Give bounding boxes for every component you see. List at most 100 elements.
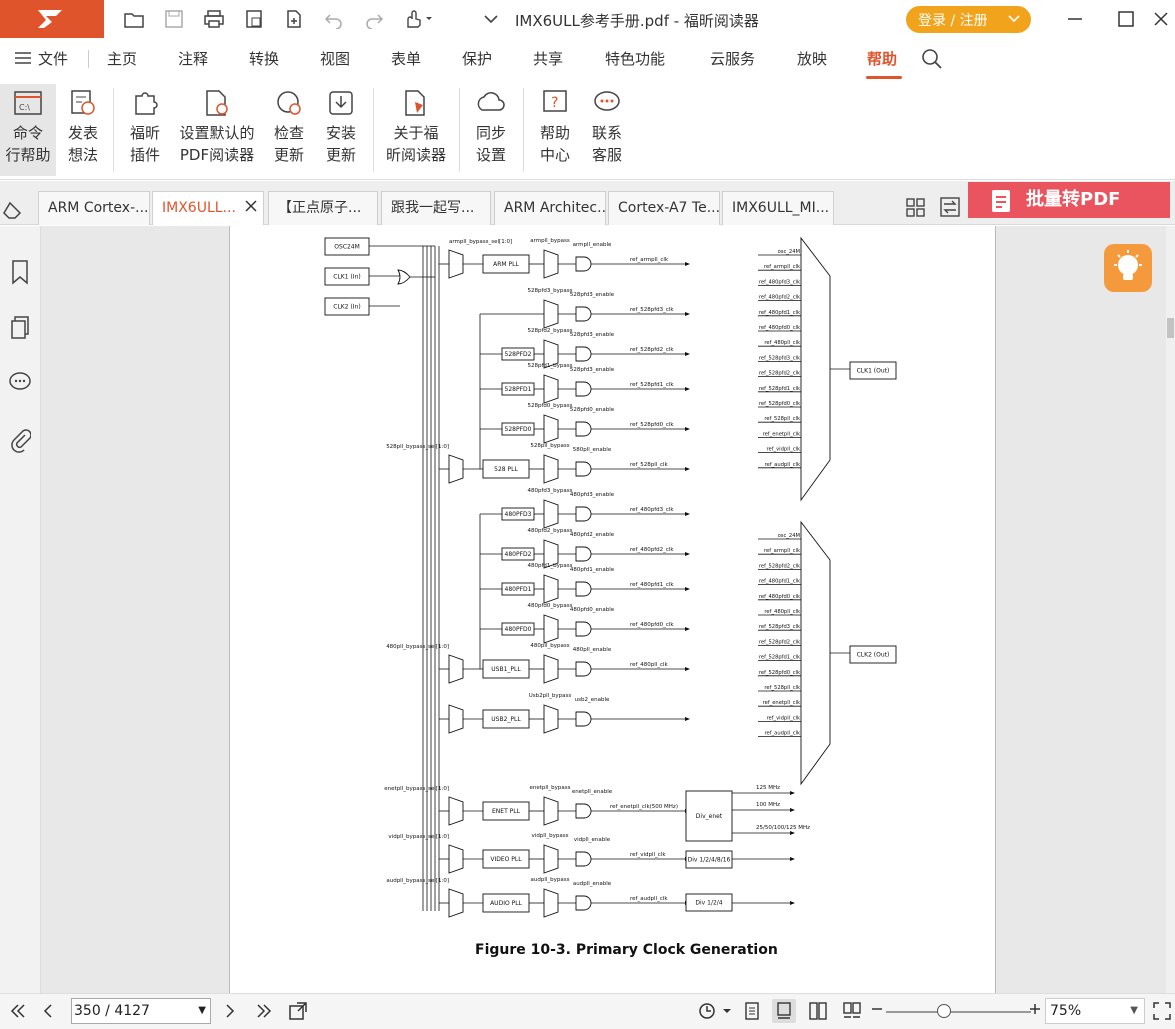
about-reader-button[interactable]: 关于福 昕阅读器 xyxy=(382,84,450,176)
tab-document-6[interactable]: Cortex-A7 Te... xyxy=(608,191,720,225)
sync-settings-button[interactable]: 同步 设置 xyxy=(468,84,514,176)
continuous-page-icon[interactable] xyxy=(772,999,796,1023)
first-page-icon[interactable] xyxy=(6,999,30,1023)
comment-panel-icon[interactable] xyxy=(6,368,34,396)
menu-protect[interactable]: 保护 xyxy=(462,38,492,80)
open-in-new-icon[interactable] xyxy=(286,999,310,1023)
next-page-icon[interactable] xyxy=(218,999,242,1023)
vertical-scrollbar[interactable] xyxy=(1166,226,1175,993)
bypass-label: 528pfd2_bypass xyxy=(527,328,572,334)
menu-convert[interactable]: 转换 xyxy=(249,38,279,80)
command-line-help-button[interactable]: C:\ 命令 行帮助 xyxy=(0,84,56,176)
reading-mode-icon[interactable] xyxy=(695,999,735,1023)
menu-file[interactable]: 文件 xyxy=(38,38,68,80)
hamburger-icon[interactable] xyxy=(14,50,32,66)
zoom-in-icon[interactable] xyxy=(1028,1002,1042,1016)
minimize-icon[interactable] xyxy=(1062,6,1088,32)
page-number-input[interactable]: 350 / 4127 ▼ xyxy=(71,998,211,1024)
bypass-label: enetpll_bypass xyxy=(529,785,570,791)
open-folder-icon[interactable] xyxy=(121,6,147,32)
menu-help[interactable]: 帮助 xyxy=(867,38,897,80)
check-update-button[interactable]: 检查 更新 xyxy=(266,84,312,176)
foxit-logo[interactable] xyxy=(0,0,104,38)
two-page-continuous-icon[interactable] xyxy=(840,999,864,1023)
save-icon[interactable] xyxy=(161,6,187,32)
zoom-out-icon[interactable] xyxy=(870,1002,884,1016)
undo-icon[interactable] xyxy=(321,6,347,32)
arrow-head xyxy=(685,627,690,631)
fullscreen-icon[interactable] xyxy=(1150,999,1174,1023)
login-register-button[interactable]: 登录 / 注册 xyxy=(906,6,1031,33)
hand-tool-icon[interactable] xyxy=(401,6,435,32)
tab-document-4[interactable]: 跟我一起写... xyxy=(381,191,491,225)
ribbon-divider xyxy=(459,88,460,172)
menu-comment[interactable]: 注释 xyxy=(178,38,208,80)
pll-input-mux xyxy=(448,654,464,684)
bookmark-icon[interactable] xyxy=(6,258,34,286)
help-center-button[interactable]: ? 帮助 中心 xyxy=(532,84,578,176)
scan-icon[interactable] xyxy=(241,6,267,32)
install-update-button[interactable]: 安装 更新 xyxy=(318,84,364,176)
batch-convert-pdf-button[interactable]: 批量转PDF xyxy=(968,182,1170,218)
tips-lightbulb-button[interactable] xyxy=(1104,244,1152,292)
grid-view-icon[interactable] xyxy=(905,197,927,219)
zoom-slider-track[interactable] xyxy=(886,1011,1031,1013)
enable-gate xyxy=(575,851,592,867)
new-page-icon[interactable] xyxy=(281,6,307,32)
contact-support-button[interactable]: 联系 客服 xyxy=(584,84,630,176)
source-clk1-in-label: CLK1 (In) xyxy=(333,274,360,281)
ribbon-label: 命令 xyxy=(12,124,43,142)
set-default-reader-button[interactable]: 设置默认的 PDF阅读器 xyxy=(175,84,259,176)
menu-slideshow[interactable]: 放映 xyxy=(797,38,827,80)
mux-input-label: ref_armpll_clk xyxy=(764,548,800,554)
arrow-head xyxy=(685,467,690,471)
zoom-slider-knob[interactable] xyxy=(937,1004,951,1018)
redo-icon[interactable] xyxy=(361,6,387,32)
bypass-select-label: armpll_bypass_sel[1:0] xyxy=(449,239,512,245)
enable-gate xyxy=(575,661,592,677)
mux-input-label: ref_528pfd3_clk xyxy=(759,624,800,630)
tab-document-5[interactable]: ARM Architec... xyxy=(494,191,606,225)
pfd-block-label: 528PFD0 xyxy=(505,426,532,433)
menu-home[interactable]: 主页 xyxy=(107,38,137,80)
pfd-block-label: 528PFD1 xyxy=(505,386,532,393)
mux-input-label: ref_480pfd1_clk xyxy=(759,310,800,316)
single-page-icon[interactable] xyxy=(740,999,764,1023)
eraser-icon[interactable] xyxy=(2,199,24,219)
tab-document-3[interactable]: 【正点原子... xyxy=(268,191,378,225)
bypass-mux xyxy=(543,414,559,444)
pages-thumbnail-icon[interactable] xyxy=(6,314,34,342)
feedback-button[interactable]: 发表 想法 xyxy=(60,84,106,176)
document-viewport[interactable]: OSC24M CLK1 (In) CLK2 (In) ARM PLL armpll_by… xyxy=(41,226,1166,993)
last-page-icon[interactable] xyxy=(252,999,276,1023)
bypass-mux xyxy=(543,299,559,329)
print-icon[interactable] xyxy=(201,6,227,32)
plugins-button[interactable]: 福昕 插件 xyxy=(122,84,168,176)
zoom-dropdown-icon[interactable]: ▼ xyxy=(1130,999,1138,1023)
bypass-label: vidpll_bypass xyxy=(532,833,569,839)
menu-features[interactable]: 特色功能 xyxy=(605,38,665,80)
two-page-icon[interactable] xyxy=(806,999,830,1023)
attachment-icon[interactable] xyxy=(6,426,34,454)
enable-gate xyxy=(575,346,592,362)
close-tab-icon[interactable] xyxy=(245,192,257,225)
menu-cloud[interactable]: 云服务 xyxy=(710,38,755,80)
tab-document-7[interactable]: IMX6ULL_MI... xyxy=(722,191,834,225)
close-icon[interactable] xyxy=(1148,6,1174,32)
tab-document-2[interactable]: IMX6ULL... xyxy=(152,191,264,225)
chevron-down-icon[interactable] xyxy=(482,10,500,28)
tab-document-1[interactable]: ARM Cortex-... xyxy=(38,191,150,225)
menu-form[interactable]: 表单 xyxy=(391,38,421,80)
menu-share[interactable]: 共享 xyxy=(533,38,563,80)
search-icon[interactable] xyxy=(921,48,943,70)
menu-view[interactable]: 视图 xyxy=(320,38,350,80)
arrow-head xyxy=(685,427,690,431)
zoom-level-select[interactable]: 75% ▼ xyxy=(1045,998,1145,1024)
previous-page-icon[interactable] xyxy=(36,999,60,1023)
page-dropdown-icon[interactable]: ▼ xyxy=(198,999,206,1023)
mux-input-label: ref_audpll_clk xyxy=(765,731,800,737)
output-signal-label: ref_528pll_clk xyxy=(630,462,669,468)
switch-view-icon[interactable] xyxy=(939,196,961,218)
scrollbar-thumb[interactable] xyxy=(1167,318,1174,338)
maximize-icon[interactable] xyxy=(1113,6,1139,32)
